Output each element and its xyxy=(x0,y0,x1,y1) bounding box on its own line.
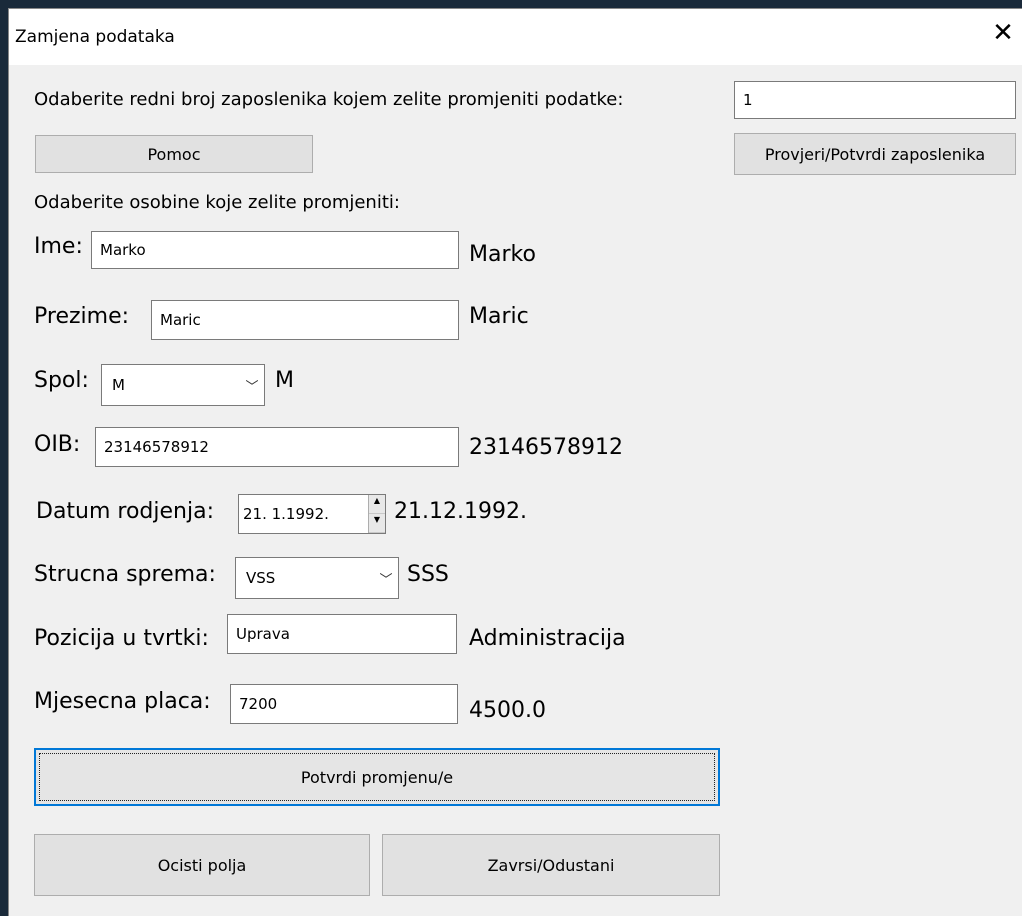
oib-label: OIB: xyxy=(34,432,81,457)
dialog-window: Zamjena podataka ✕ Odaberite redni broj … xyxy=(8,8,1022,916)
employee-number-input[interactable]: 1 xyxy=(734,81,1016,119)
name-current-value: Marko xyxy=(469,242,536,267)
spinner-arrows-icon[interactable]: ▲ ▼ xyxy=(368,495,385,533)
position-current-value: Administracija xyxy=(469,626,626,651)
sex-label: Spol: xyxy=(34,368,89,393)
salary-current-value: 4500.0 xyxy=(469,698,546,723)
position-input[interactable]: Uprava xyxy=(227,614,457,654)
birthdate-current-value: 21.12.1992. xyxy=(394,499,527,524)
oib-input[interactable]: 23146578912 xyxy=(95,427,459,467)
qualification-select-value: VSS xyxy=(246,569,276,587)
birthdate-value: 21. 1.1992. xyxy=(243,505,329,523)
title-bar: Zamjena podataka ✕ xyxy=(9,9,1022,65)
close-icon[interactable]: ✕ xyxy=(989,19,1017,47)
clear-fields-button[interactable]: Ocisti polja xyxy=(34,834,370,896)
surname-input[interactable]: Maric xyxy=(151,300,459,340)
oib-current-value: 23146578912 xyxy=(469,435,623,460)
sex-current-value: M xyxy=(275,368,294,393)
help-button[interactable]: Pomoc xyxy=(35,135,313,173)
birthdate-label: Datum rodjenja: xyxy=(36,499,214,524)
chevron-down-icon: ﹀ xyxy=(379,572,393,588)
exit-button[interactable]: Zavrsi/Odustani xyxy=(382,834,720,896)
spin-up-icon[interactable]: ▲ xyxy=(369,495,385,514)
qualification-current-value: SSS xyxy=(407,562,449,587)
salary-label: Mjesecna placa: xyxy=(34,689,211,714)
attributes-label: Odaberite osobine koje zelite promjeniti… xyxy=(34,192,400,213)
sex-select[interactable]: M ﹀ xyxy=(101,364,265,406)
select-employee-label: Odaberite redni broj zaposlenika kojem z… xyxy=(34,89,624,110)
qualification-label: Strucna sprema: xyxy=(34,562,216,587)
check-employee-button[interactable]: Provjeri/Potvrdi zaposlenika xyxy=(734,133,1016,175)
name-input[interactable]: Marko xyxy=(91,231,459,269)
surname-current-value: Maric xyxy=(469,304,529,329)
birthdate-picker[interactable]: 21. 1.1992. ▲ ▼ xyxy=(238,494,386,534)
surname-label: Prezime: xyxy=(34,304,130,329)
qualification-select[interactable]: VSS ﹀ xyxy=(235,557,399,599)
position-label: Pozicija u tvrtki: xyxy=(34,626,209,651)
window-title: Zamjena podataka xyxy=(15,27,175,47)
confirm-changes-label: Potvrdi promjenu/e xyxy=(300,767,454,787)
name-label: Ime: xyxy=(34,234,83,259)
chevron-down-icon: ﹀ xyxy=(245,379,259,395)
confirm-changes-button[interactable]: Potvrdi promjenu/e xyxy=(34,748,720,806)
salary-input[interactable]: 7200 xyxy=(230,684,458,724)
spin-down-icon[interactable]: ▼ xyxy=(369,514,385,533)
sex-select-value: M xyxy=(112,376,125,394)
